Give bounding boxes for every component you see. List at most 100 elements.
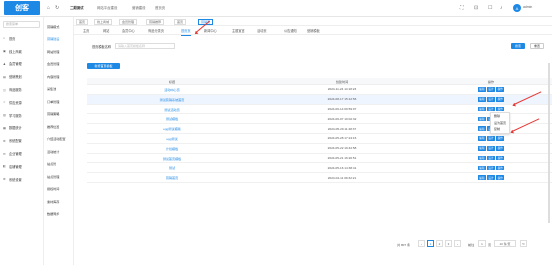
subtab[interactable]: 主页 xyxy=(83,28,89,33)
more-actions-button[interactable]: 操作 xyxy=(496,97,505,102)
search-button[interactable]: 搜索 xyxy=(511,42,525,49)
subsidebar-item[interactable]: 营销建设 xyxy=(44,33,73,46)
subsidebar-item[interactable]: 营销模式 xyxy=(44,20,73,33)
page-button[interactable]: 3 xyxy=(445,240,452,247)
subsidebar-item[interactable]: 授权时间 xyxy=(44,183,73,196)
edit-button[interactable]: 编辑 xyxy=(477,106,486,112)
page-tab[interactable]: 线上商城 xyxy=(94,18,113,25)
page-tab[interactable]: 首页 xyxy=(174,18,187,25)
more-actions-button[interactable]: 操作 xyxy=(496,155,505,161)
design-button[interactable]: 设计 xyxy=(486,175,496,180)
subtab[interactable]: 活动页 xyxy=(257,28,267,33)
template-title-link[interactable]: egg测试 xyxy=(87,133,257,144)
sidebar-item[interactable]: ♟ 会员管理 xyxy=(0,58,43,71)
design-button[interactable]: 设计 xyxy=(486,106,496,112)
page-tab[interactable]: 首页 xyxy=(76,18,89,25)
add-template-button[interactable]: 新增首页模板 xyxy=(87,63,120,69)
subtab[interactable]: 商品分类页 xyxy=(148,28,164,33)
subsidebar-item[interactable]: 营销策略 xyxy=(44,108,73,121)
more-actions-button[interactable]: 操作 xyxy=(496,106,505,112)
page-tab[interactable]: 会员管理 xyxy=(119,18,138,25)
app-logo[interactable]: 创客 xyxy=(4,1,40,15)
refresh-button[interactable]: ↻ xyxy=(520,240,527,247)
template-title-link[interactable]: 活动中心页 xyxy=(87,84,257,95)
sidebar-item[interactable]: ▤ 营销策划 xyxy=(0,70,43,83)
edit-button[interactable]: 编辑 xyxy=(477,87,486,92)
subtab[interactable]: 会员中心 xyxy=(122,28,135,33)
home-icon[interactable]: ⌂ xyxy=(47,5,50,11)
page-button[interactable]: 2 xyxy=(436,240,443,247)
subsidebar-item[interactable]: 推荐位置 xyxy=(44,120,73,133)
sidebar-item[interactable]: ⌂ 首页 xyxy=(0,32,43,45)
subtab[interactable]: 网站 xyxy=(103,28,109,33)
more-actions-button[interactable]: 操作 xyxy=(496,165,505,171)
sidebar-item[interactable]: ◧ 店铺管理 xyxy=(0,160,43,173)
more-actions-button[interactable]: 操作 xyxy=(496,136,505,141)
design-button[interactable]: 设计 xyxy=(486,97,496,102)
edit-button[interactable]: 编辑 xyxy=(477,165,486,171)
subsidebar-item[interactable]: 素材库存 xyxy=(44,195,73,208)
design-button[interactable]: 设计 xyxy=(486,136,496,141)
edit-button[interactable]: 编辑 xyxy=(477,175,486,180)
sidebar-item[interactable]: ☆ 供应资源 xyxy=(0,96,43,109)
template-name-input[interactable]: 请输入首页模板名称 xyxy=(115,42,175,49)
subsidebar-item[interactable]: 订单管理 xyxy=(44,95,73,108)
subtab[interactable]: 新闻中心 xyxy=(204,28,217,33)
template-title-link[interactable]: 测试活动页 xyxy=(87,104,257,115)
topnav-item[interactable]: 网站平台建设 xyxy=(97,5,117,10)
template-title-link[interactable]: 测试模板 xyxy=(87,113,257,125)
prev-page-button[interactable]: ‹ xyxy=(418,240,425,247)
goto-page-input[interactable]: 1 xyxy=(478,240,486,247)
design-button[interactable]: 设计 xyxy=(486,87,496,92)
next-page-button[interactable]: › xyxy=(454,240,461,247)
subtab[interactable]: 主题宣言 xyxy=(232,28,245,33)
edit-button[interactable]: 编辑 xyxy=(477,155,486,161)
edit-button[interactable]: 编辑 xyxy=(477,126,486,131)
design-button[interactable]: 设计 xyxy=(486,155,496,161)
menu-search-input[interactable]: 搜索菜单 xyxy=(3,21,40,28)
avatar[interactable]: A xyxy=(513,4,521,12)
scrollbar[interactable] xyxy=(548,63,550,223)
template-title-link[interactable]: egg测试模版 xyxy=(87,123,257,135)
more-actions-button[interactable]: 操作 xyxy=(496,146,505,151)
template-title-link[interactable]: 测试 xyxy=(87,162,257,174)
topnav-item[interactable]: 二期测试 xyxy=(70,5,84,10)
subsidebar-item[interactable]: 会员管理 xyxy=(44,58,73,71)
page-tab[interactable]: 营销推荐 xyxy=(146,18,165,25)
fullscreen-icon[interactable]: ⛶ xyxy=(460,5,464,11)
edit-button[interactable]: 编辑 xyxy=(477,136,486,141)
topnav-item[interactable]: 营销建设 xyxy=(132,5,146,10)
edit-button[interactable]: 编辑 xyxy=(477,146,486,151)
subtab[interactable]: 首页页 xyxy=(181,28,191,36)
dropdown-item[interactable]: 复制 xyxy=(491,126,509,133)
message-icon[interactable]: ☐ xyxy=(488,5,492,11)
edit-button[interactable]: 编辑 xyxy=(477,97,486,102)
design-button[interactable]: 设计 xyxy=(486,165,496,171)
page-size-select[interactable]: 10 条/页 xyxy=(494,240,516,247)
sidebar-item[interactable]: ▥ 学习服务 xyxy=(0,109,43,122)
sidebar-item[interactable]: ✉ 企业管理 xyxy=(0,147,43,160)
sidebar-item[interactable]: ◫ 商品服务 xyxy=(0,83,43,96)
lock-icon[interactable]: ⊡ xyxy=(474,5,478,11)
subsidebar-item[interactable]: 活动统计 xyxy=(44,145,73,158)
subsidebar-item[interactable]: 数据同步 xyxy=(44,208,73,221)
sidebar-item[interactable]: ▦ 数据统计 xyxy=(0,122,43,135)
sidebar-item[interactable]: ⚙ 系统配置 xyxy=(0,134,43,147)
page-button[interactable]: 1 xyxy=(427,240,434,247)
template-title-link[interactable]: 测试营销系统首页 xyxy=(87,94,257,105)
sidebar-item[interactable]: ⚙ 系统设置 xyxy=(0,173,43,186)
more-actions-button[interactable]: 操作 xyxy=(496,175,505,180)
edit-button[interactable]: 编辑 xyxy=(477,116,486,122)
reset-button[interactable]: 重置 xyxy=(530,42,544,49)
template-title-link[interactable]: 计划模板 xyxy=(87,143,257,154)
subsidebar-item[interactable]: 网站管理 xyxy=(44,45,73,58)
refresh-icon[interactable]: ↻ xyxy=(55,5,59,11)
subsidebar-item[interactable]: 介绍活动配置 xyxy=(44,133,73,146)
subsidebar-item[interactable]: 内容管理 xyxy=(44,70,73,83)
template-title-link[interactable]: 营销首页 xyxy=(87,172,257,184)
template-title-link[interactable]: 测试首页模板 xyxy=(87,153,257,164)
bell-icon[interactable]: ♪ xyxy=(500,5,503,11)
subtab[interactable]: 营销模板 xyxy=(307,28,320,33)
more-actions-button[interactable]: 操作 xyxy=(496,87,505,92)
subtab[interactable]: 公告通知 xyxy=(284,28,297,33)
